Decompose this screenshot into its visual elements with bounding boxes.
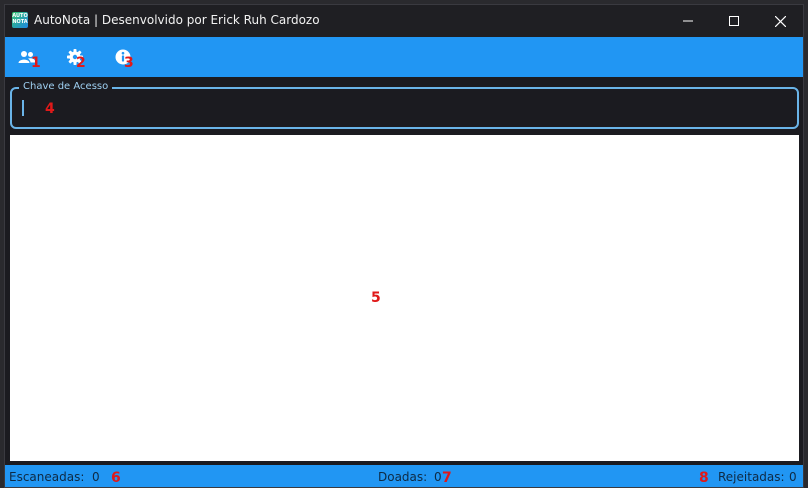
- access-key-field[interactable]: Chave de Acesso 4: [10, 80, 799, 129]
- text-caret: [22, 100, 24, 116]
- main-content-area[interactable]: 5: [10, 135, 799, 461]
- donated-count: 0: [434, 470, 442, 484]
- app-logo-icon: AUTO NOTA: [12, 12, 28, 28]
- maximize-icon: [729, 16, 739, 26]
- marker-1: 1: [31, 55, 41, 71]
- window-title: AutoNota | Desenvolvido por Erick Ruh Ca…: [34, 13, 320, 27]
- marker-7: 7: [442, 470, 452, 486]
- status-bar: Escaneadas: 0 6 Doadas: 0 7 8 Rejeitadas…: [5, 465, 803, 487]
- title-bar[interactable]: AUTO NOTA AutoNota | Desenvolvido por Er…: [5, 5, 803, 37]
- app-window: AUTO NOTA AutoNota | Desenvolvido por Er…: [4, 4, 804, 488]
- marker-4: 4: [45, 101, 55, 117]
- minimize-icon: [683, 20, 693, 22]
- marker-5: 5: [371, 290, 381, 306]
- access-key-input[interactable]: [20, 99, 720, 117]
- scanned-count: 0: [92, 470, 100, 484]
- rejected-count: 0: [789, 470, 797, 484]
- donated-label: Doadas:: [378, 470, 428, 484]
- marker-2: 2: [76, 55, 86, 71]
- toolbar: 1 2 3: [5, 37, 803, 77]
- close-icon: [774, 15, 786, 27]
- marker-6: 6: [111, 470, 121, 486]
- app-logo-text: AUTO NOTA: [12, 13, 28, 25]
- scanned-label: Escaneadas:: [9, 470, 85, 484]
- access-key-label: Chave de Acesso: [19, 80, 113, 94]
- maximize-button[interactable]: [711, 5, 757, 37]
- marker-8: 8: [699, 470, 709, 486]
- minimize-button[interactable]: [665, 5, 711, 37]
- rejected-label: Rejeitadas:: [718, 470, 785, 484]
- marker-3: 3: [124, 55, 134, 71]
- close-button[interactable]: [757, 5, 803, 37]
